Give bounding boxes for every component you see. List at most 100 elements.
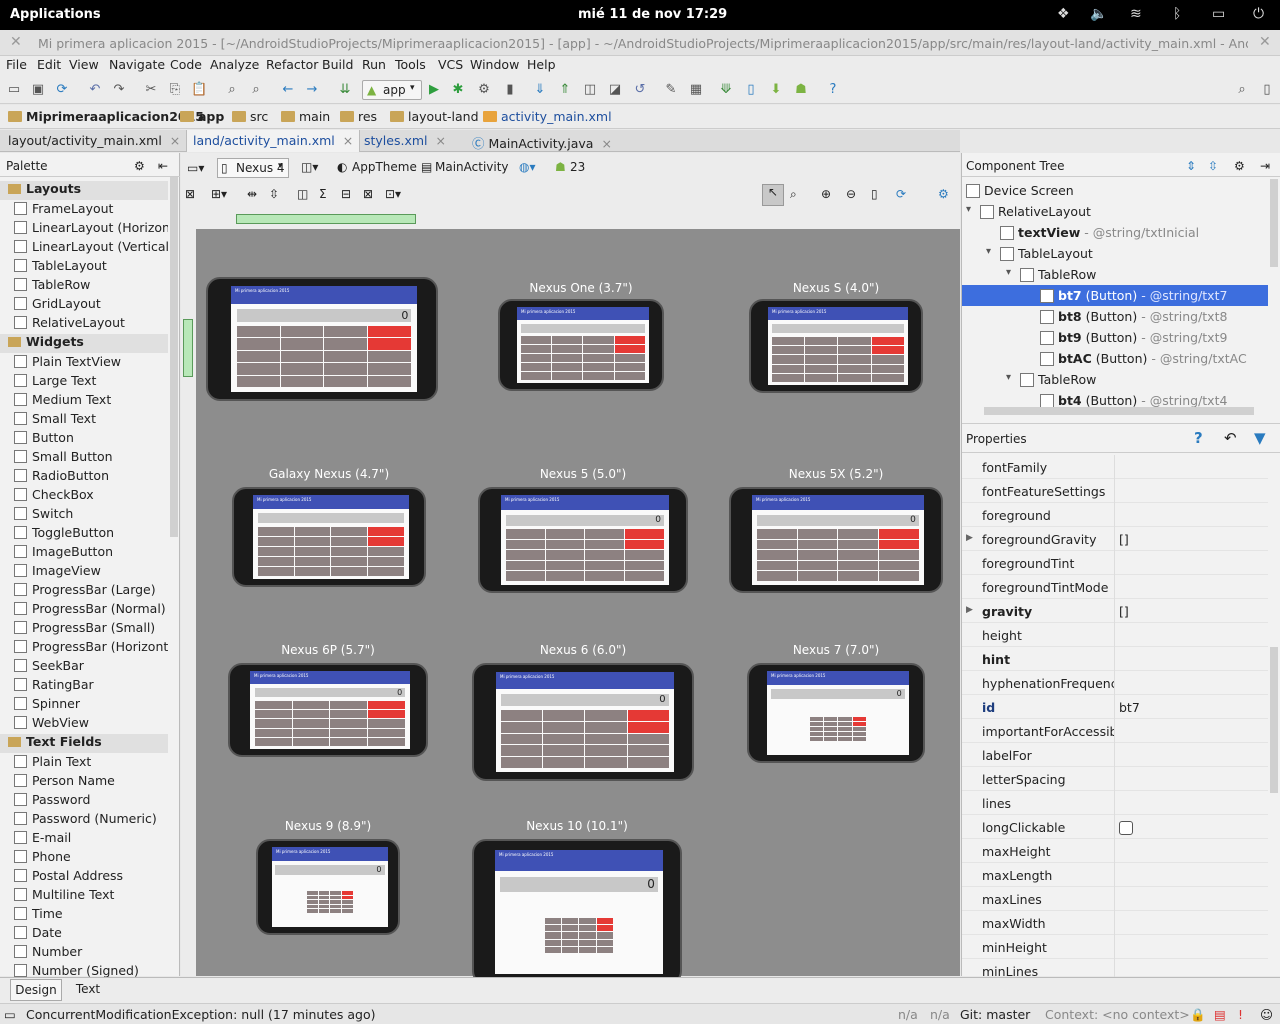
- breadcrumb-layout-land[interactable]: layout-land: [390, 109, 479, 124]
- menu-tools[interactable]: Tools: [395, 57, 426, 72]
- palette-item-progressbar-horizontal[interactable]: ProgressBar (Horizontal): [14, 639, 168, 658]
- margin-icon[interactable]: ⊠: [185, 187, 195, 201]
- property-row-hyphenationfrequency[interactable]: hyphenationFrequency: [962, 671, 1268, 695]
- property-row-height[interactable]: height: [962, 623, 1268, 647]
- menu-code[interactable]: Code: [170, 57, 202, 72]
- activity-label[interactable]: MainActivity: [435, 160, 509, 174]
- property-value[interactable]: [1114, 623, 1268, 647]
- palette-item-multiline-text[interactable]: Multiline Text: [14, 887, 168, 906]
- breadcrumb-app[interactable]: app: [180, 109, 224, 124]
- property-value[interactable]: [1114, 767, 1268, 791]
- device-preview[interactable]: Nexus One (3.7") Mi primera aplicacion 20…: [498, 281, 664, 401]
- undo-icon[interactable]: ↶: [87, 82, 103, 98]
- palette-item-switch[interactable]: Switch: [14, 506, 168, 525]
- breadcrumb-src[interactable]: src: [232, 109, 268, 124]
- palette-group-text-fields[interactable]: Text Fields: [0, 734, 168, 753]
- collapse-all-icon[interactable]: ⇳: [1208, 159, 1218, 173]
- more-icon[interactable]: ⊡▾: [385, 187, 401, 201]
- menu-refactor[interactable]: Refactor: [266, 57, 318, 72]
- property-row-maxwidth[interactable]: maxWidth: [962, 911, 1268, 935]
- device-preview[interactable]: Nexus 6 (6.0") Mi primera aplicacion 2015…: [472, 643, 694, 791]
- revert-icon[interactable]: ↺: [632, 82, 648, 98]
- property-row-labelfor[interactable]: labelFor: [962, 743, 1268, 767]
- property-row-fontfamily[interactable]: fontFamily: [962, 455, 1268, 479]
- device-preview[interactable]: Nexus 5X (5.2") Mi primera aplicacion 201…: [729, 467, 943, 603]
- resize-icon[interactable]: ⊞▾: [211, 187, 227, 201]
- design-canvas[interactable]: Mi primera aplicacion 2015 0 Nexus One (3.…: [196, 229, 960, 985]
- settings-icon[interactable]: ⚙: [938, 187, 949, 201]
- find-icon[interactable]: ⌕: [224, 82, 240, 98]
- tree-node-btac[interactable]: btAC (Button) - @string/txtAC: [962, 348, 1268, 369]
- palette-item-e-mail[interactable]: E-mail: [14, 830, 168, 849]
- property-row-gravity[interactable]: ▶ gravity []: [962, 599, 1268, 623]
- property-row-importantforaccessibility[interactable]: importantForAccessibility: [962, 719, 1268, 743]
- gear-icon[interactable]: ⚙: [134, 159, 145, 173]
- properties-scrollbar[interactable]: [1270, 647, 1278, 793]
- palette-item-spinner[interactable]: Spinner: [14, 696, 168, 715]
- palette-item-linearlayout-horizontal[interactable]: LinearLayout (Horizontal): [14, 220, 168, 239]
- reset-icon[interactable]: ↶: [1224, 429, 1237, 447]
- property-value[interactable]: [1114, 719, 1268, 743]
- property-value[interactable]: [1114, 671, 1268, 695]
- fill-height-icon[interactable]: ⇳: [269, 187, 279, 201]
- layout-variant-icon[interactable]: ▭▾: [187, 161, 204, 175]
- event-log-icon[interactable]: ▤: [1214, 1007, 1226, 1022]
- select-mode-icon[interactable]: ↖: [762, 184, 784, 206]
- expand-arrow-icon[interactable]: ▾: [1006, 267, 1011, 278]
- property-value[interactable]: [1114, 479, 1268, 503]
- tree-node-textview[interactable]: textView - @string/txtInicial: [962, 222, 1268, 243]
- palette-item-gridlayout[interactable]: GridLayout: [14, 296, 168, 315]
- property-row-maxlines[interactable]: maxLines: [962, 887, 1268, 911]
- hide-panel-icon[interactable]: ⇥: [1260, 159, 1270, 173]
- layout-icon[interactable]: ▯: [1259, 82, 1275, 98]
- property-row-letterspacing[interactable]: letterSpacing: [962, 767, 1268, 791]
- property-value[interactable]: [1114, 911, 1268, 935]
- sync-gradle-icon[interactable]: ⟱: [718, 82, 734, 98]
- device-preview[interactable]: Nexus 5 (5.0") Mi primera aplicacion 2015…: [478, 467, 688, 603]
- close-tab-icon[interactable]: ×: [601, 136, 611, 151]
- tab-main-activity[interactable]: Ⓒ MainActivity.java ×: [472, 130, 612, 152]
- sync-icon[interactable]: ⟳: [54, 82, 70, 98]
- property-row-maxlength[interactable]: maxLength: [962, 863, 1268, 887]
- vcs-history-icon[interactable]: ◪: [607, 82, 623, 98]
- locale-icon[interactable]: ◍▾: [519, 160, 536, 174]
- device-preview[interactable]: Galaxy Nexus (4.7") Mi primera aplicacion…: [232, 467, 426, 597]
- tab-design[interactable]: Design: [10, 979, 62, 1001]
- palette-item-number[interactable]: Number: [14, 944, 168, 963]
- help-icon[interactable]: ?: [1194, 429, 1203, 447]
- copy-icon[interactable]: ⎘: [167, 82, 183, 98]
- hide-panel-icon[interactable]: ⇤: [158, 159, 168, 173]
- search-everywhere-icon[interactable]: ⌕: [1234, 82, 1250, 98]
- menu-analyze[interactable]: Analyze: [210, 57, 259, 72]
- forward-icon[interactable]: →: [304, 82, 320, 98]
- menu-help[interactable]: Help: [527, 57, 556, 72]
- property-row-fontfeaturesettings[interactable]: fontFeatureSettings: [962, 479, 1268, 503]
- menu-build[interactable]: Build: [322, 57, 353, 72]
- palette-item-togglebutton[interactable]: ToggleButton: [14, 525, 168, 544]
- git-branch[interactable]: Git: master: [960, 1007, 1030, 1022]
- run-config-select[interactable]: ▲ app ▾: [362, 80, 422, 100]
- status-message[interactable]: ConcurrentModificationException: null (1…: [26, 1007, 376, 1022]
- tree-node-bt9[interactable]: bt9 (Button) - @string/txt9: [962, 327, 1268, 348]
- make-project-icon[interactable]: ⇊: [337, 82, 353, 98]
- tree-node-bt8[interactable]: bt8 (Button) - @string/txt8: [962, 306, 1268, 327]
- property-row-maxheight[interactable]: maxHeight: [962, 839, 1268, 863]
- wifi-icon[interactable]: ≋: [1130, 6, 1142, 22]
- status-icon[interactable]: ▭: [4, 1007, 16, 1022]
- property-value[interactable]: [1114, 839, 1268, 863]
- palette-item-plain-textview[interactable]: Plain TextView: [14, 354, 168, 373]
- tree-node-device screen[interactable]: Device Screen: [962, 180, 1268, 201]
- expand-arrow-icon[interactable]: ▾: [1006, 372, 1011, 383]
- property-row-foregroundtintmode[interactable]: foregroundTintMode: [962, 575, 1268, 599]
- palette-scrollbar[interactable]: [170, 177, 178, 537]
- property-value[interactable]: bt7: [1114, 695, 1268, 719]
- close-tab-icon[interactable]: ×: [436, 133, 446, 148]
- tree-node-tablerow[interactable]: ▾ TableRow: [962, 264, 1268, 285]
- tree-node-bt7[interactable]: bt7 (Button) - @string/txt7: [962, 285, 1268, 306]
- property-value[interactable]: [1114, 503, 1268, 527]
- device-preview[interactable]: Mi primera aplicacion 2015 0: [206, 267, 438, 411]
- menu-run[interactable]: Run: [362, 57, 386, 72]
- tree-node-tablerow[interactable]: ▾ TableRow: [962, 369, 1268, 390]
- close-window-right-icon[interactable]: ✕: [1259, 34, 1271, 50]
- expand-arrow-icon[interactable]: ▾: [966, 204, 971, 215]
